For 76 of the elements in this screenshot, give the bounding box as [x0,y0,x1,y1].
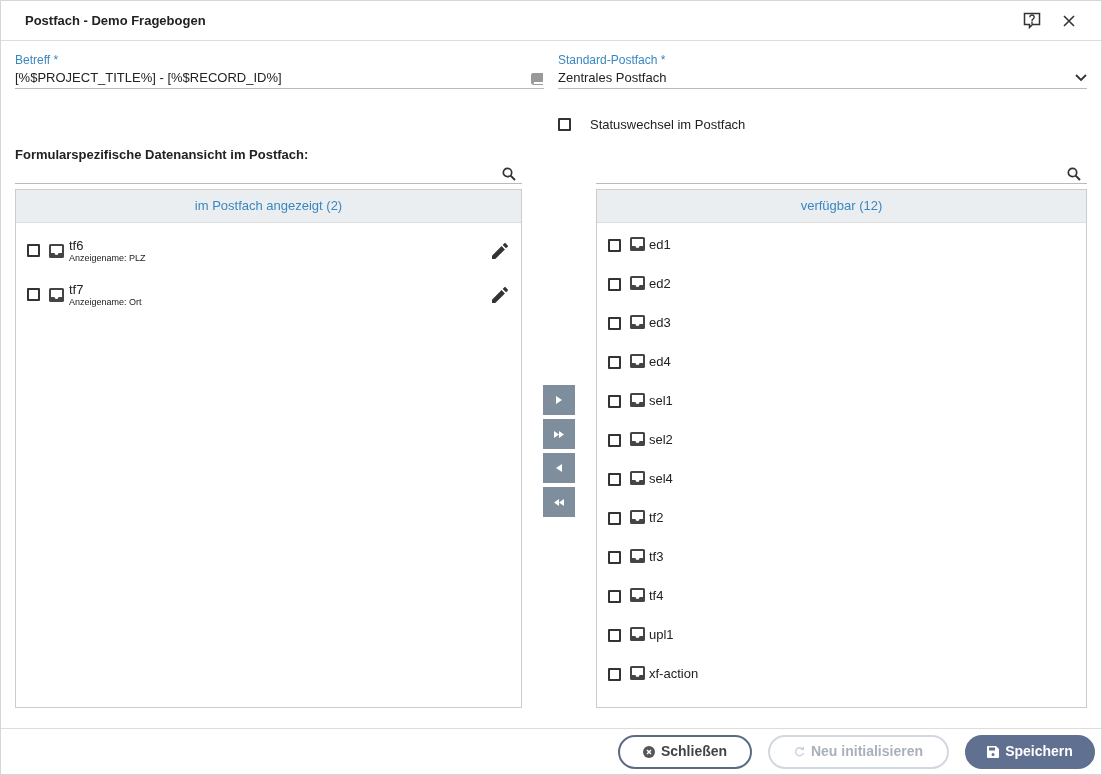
help-icon[interactable] [1023,11,1041,30]
inbox-icon [630,353,645,368]
checkbox[interactable] [558,118,571,132]
list-header: verfügbar (12) [597,189,1086,223]
checkbox-label: Statuswechsel im Postfach [590,116,746,134]
checkbox[interactable] [27,288,40,301]
inbox-icon [630,431,645,446]
checkbox[interactable] [608,589,621,603]
field-name: xf-action [649,665,699,684]
checkbox[interactable] [608,550,621,564]
inbox-icon [630,236,645,251]
play-left-icon [556,464,562,472]
field-name: ed2 [649,275,671,294]
list-header: im Postfach angezeigt (2) [16,189,521,223]
field-label: Betreff * [15,52,60,68]
checkbox[interactable] [608,628,621,642]
field-name: sel4 [649,470,673,489]
inbox-icon [630,392,645,407]
checkbox[interactable] [27,244,40,257]
field-name: ed3 [649,314,671,333]
mailbox-dropdown[interactable]: Zentrales Postfach [558,68,1087,89]
checkbox[interactable] [608,433,621,447]
display-name: Anzeigename: Ort [69,296,142,308]
inbox-icon [49,243,64,258]
field-name: tf3 [649,548,664,567]
field-name: sel2 [649,431,673,450]
search-icon [502,166,516,181]
book-icon[interactable] [530,71,544,85]
play-icon [556,396,562,404]
checkbox[interactable] [608,316,621,330]
search-field[interactable] [15,164,522,184]
inbox-icon [49,287,64,302]
subject-field[interactable]: [%$PROJECT_TITLE%] - [%$RECORD_ID%] [15,68,544,89]
close-button[interactable]: Schließen [618,734,752,769]
field-label: Standard-Postfach * [558,52,667,68]
checkbox[interactable] [608,667,621,681]
checkbox[interactable] [608,394,621,408]
inbox-icon [630,275,645,290]
pencil-icon[interactable] [492,242,508,259]
checkbox[interactable] [608,472,621,486]
field-name: tf7 [69,281,84,297]
checkbox[interactable] [608,355,621,369]
inbox-icon [630,548,645,563]
move-right-button[interactable] [543,385,575,415]
move-all-right-button[interactable] [543,419,575,449]
field-name: sel1 [649,392,673,411]
inbox-icon [630,626,645,641]
inbox-icon [630,665,645,680]
save-button[interactable]: Speichern [965,734,1095,769]
inbox-icon [630,314,645,329]
rewind-icon [554,498,564,506]
close-circle-icon [642,745,655,758]
field-name: tf6 [69,237,84,253]
field-name: upl1 [649,626,674,645]
field-name: tf2 [649,509,664,528]
inbox-icon [630,587,645,602]
checkbox[interactable] [608,511,621,525]
display-name: Anzeigename: PLZ [69,252,146,264]
field-name: ed1 [649,236,671,255]
field-name: tf4 [649,587,664,606]
move-left-button[interactable] [543,453,575,483]
field-name: ed4 [649,353,671,372]
refresh-icon [793,746,805,757]
fast-forward-icon [554,430,564,438]
window-title: Postfach - Demo Fragebogen [25,11,206,30]
search-icon [1067,166,1081,181]
move-all-left-button[interactable] [543,487,575,517]
inbox-icon [630,509,645,524]
search-field[interactable] [596,164,1087,184]
checkbox[interactable] [608,277,621,291]
inbox-icon [630,470,645,485]
section-title: Formularspezifische Datenansicht im Postfach: [15,146,310,163]
checkbox[interactable] [608,238,621,252]
close-icon[interactable] [1063,14,1075,27]
chevron-down-icon [1075,74,1087,82]
pencil-icon[interactable] [492,286,508,303]
